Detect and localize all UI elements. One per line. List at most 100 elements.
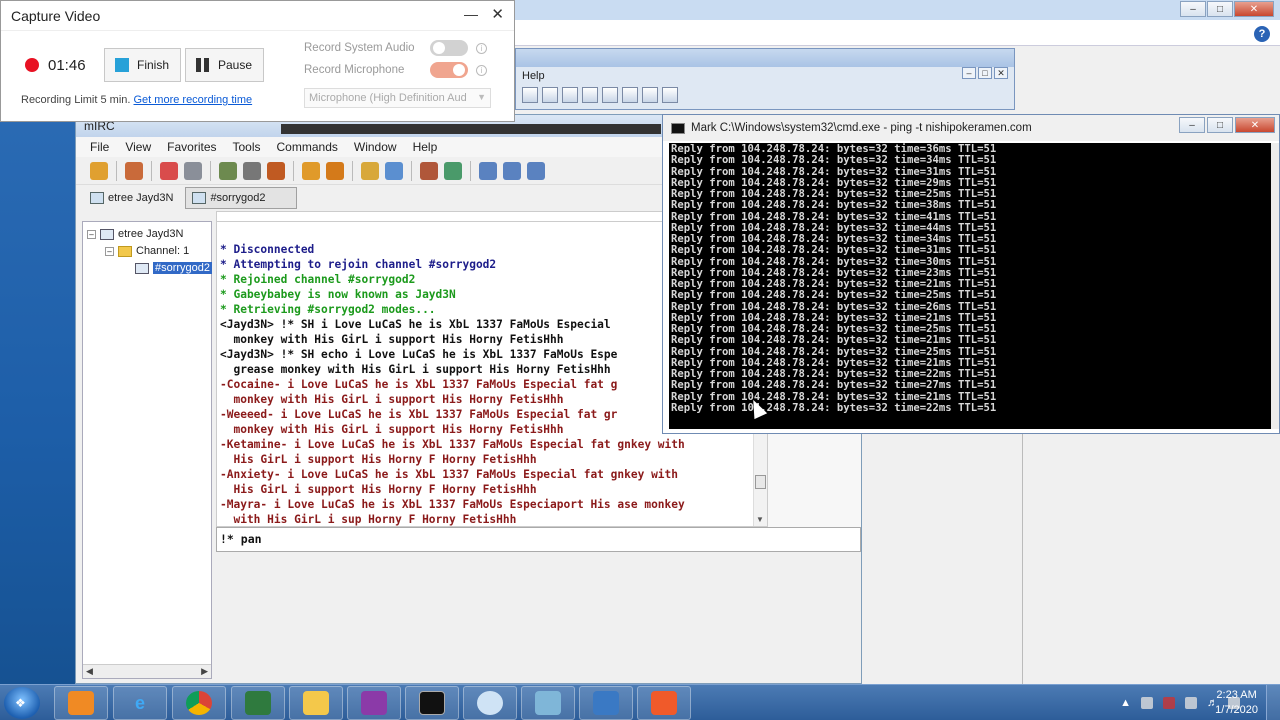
taskbar-notepad[interactable]: [521, 686, 575, 720]
collapse-icon[interactable]: –: [105, 246, 114, 256]
tool-icon[interactable]: [582, 87, 598, 103]
cmd-scrollbar[interactable]: [1271, 143, 1279, 429]
cascade-icon[interactable]: [527, 161, 545, 180]
chat-line: His GirL i support His Horny F Horny Fet…: [220, 483, 537, 496]
favorites-icon[interactable]: [160, 161, 178, 180]
network-icon[interactable]: [1141, 697, 1153, 709]
cmd-minimize-button[interactable]: –: [1179, 117, 1205, 133]
menu-help[interactable]: Help: [405, 137, 446, 157]
action-center-icon[interactable]: [1185, 697, 1197, 709]
pause-button[interactable]: Pause: [185, 48, 264, 82]
tool-icon[interactable]: [562, 87, 578, 103]
taskbar-cmd[interactable]: [405, 686, 459, 720]
options-icon[interactable]: [125, 161, 143, 180]
colors-icon[interactable]: [267, 161, 285, 180]
show-desktop-button[interactable]: [1266, 685, 1280, 720]
chat-line: -Anxiety- i Love LuCaS he is XbL 1337 Fa…: [220, 468, 679, 481]
help-icon[interactable]: ?: [1254, 26, 1270, 42]
taskbar-chrome[interactable]: [172, 686, 226, 720]
microphone-select[interactable]: Microphone (High Definition Aud ▼: [304, 88, 491, 108]
menu-favorites[interactable]: Favorites: [159, 137, 224, 157]
cmd-console[interactable]: Reply from 104.248.78.24: bytes=32 time=…: [669, 143, 1273, 429]
tree-item-channel[interactable]: #sorrygod2: [135, 262, 213, 274]
tile-vertical-icon[interactable]: [503, 161, 521, 180]
capture-minimize-button[interactable]: —: [464, 6, 478, 22]
cmd-window-controls: – □ ✕: [1179, 117, 1275, 133]
tool-icon[interactable]: [622, 87, 638, 103]
ping-reply-line: Reply from 104.248.78.24: bytes=32 time=…: [671, 244, 997, 257]
scroll-left-icon[interactable]: ◀: [86, 666, 93, 677]
mid-close-button[interactable]: ✕: [994, 67, 1008, 79]
received-files-icon[interactable]: [361, 161, 379, 180]
maximize-button[interactable]: □: [1207, 1, 1233, 17]
get-more-time-link[interactable]: Get more recording time: [134, 94, 253, 106]
scroll-down-icon[interactable]: ▼: [756, 515, 764, 524]
address-book-icon[interactable]: [243, 161, 261, 180]
tool-icon[interactable]: [662, 87, 678, 103]
connect-icon[interactable]: [90, 161, 108, 180]
internet-explorer-icon: e: [134, 692, 145, 713]
mid-window-menu-help[interactable]: Help: [516, 67, 1014, 85]
snipping-tool-icon: [477, 691, 503, 715]
cmd-icon: [419, 691, 445, 715]
mid-restore-button[interactable]: □: [978, 67, 992, 79]
chat-input[interactable]: !* pan: [216, 527, 861, 552]
finish-button[interactable]: Finish: [104, 48, 181, 82]
tool-icon[interactable]: [522, 87, 538, 103]
tree-item-server[interactable]: – etree Jayd3N: [87, 228, 183, 240]
status-window-icon: [90, 192, 104, 204]
chat-icon[interactable]: [326, 161, 344, 180]
url-catcher-icon[interactable]: [444, 161, 462, 180]
menu-tools[interactable]: Tools: [225, 137, 269, 157]
taskbar-file-explorer[interactable]: [289, 686, 343, 720]
taskbar-snipping-tool[interactable]: [463, 686, 517, 720]
switch-button-status[interactable]: etree Jayd3N: [84, 187, 179, 209]
taskbar-media-player[interactable]: [54, 686, 108, 720]
taskbar-winrar[interactable]: [347, 686, 401, 720]
menu-commands[interactable]: Commands: [269, 137, 346, 157]
close-button[interactable]: ✕: [1234, 1, 1274, 17]
chat-line: grease monkey with His GirL i support Hi…: [220, 363, 611, 376]
start-button[interactable]: ❖: [4, 687, 40, 719]
ping-reply-line: Reply from 104.248.78.24: bytes=32 time=…: [671, 289, 997, 302]
taskbar-recorder[interactable]: [637, 686, 691, 720]
logs-icon[interactable]: [385, 161, 403, 180]
scroll-right-icon[interactable]: ▶: [201, 666, 208, 677]
chrome-icon: [186, 691, 212, 715]
ping-reply-line: Reply from 104.248.78.24: bytes=32 time=…: [671, 401, 997, 414]
switch-button-channel[interactable]: #sorrygod2: [185, 187, 298, 209]
menu-view[interactable]: View: [117, 137, 159, 157]
microphone-toggle[interactable]: [430, 62, 468, 78]
menu-file[interactable]: File: [82, 137, 117, 157]
tree-item-label: etree Jayd3N: [118, 228, 184, 240]
scroll-thumb[interactable]: [755, 475, 766, 489]
collapse-icon[interactable]: –: [87, 229, 96, 239]
scripts-editor-icon[interactable]: [219, 161, 237, 180]
tile-horizontal-icon[interactable]: [479, 161, 497, 180]
security-icon[interactable]: [1163, 697, 1175, 709]
cmd-title: Mark C:\Windows\system32\cmd.exe - ping …: [691, 122, 1032, 134]
system-audio-toggle[interactable]: [430, 40, 468, 56]
tree-item-channel-group[interactable]: – Channel: 1: [105, 245, 189, 257]
capture-close-button[interactable]: ✕: [491, 5, 504, 23]
notify-icon[interactable]: [420, 161, 438, 180]
channels-list-icon[interactable]: [184, 161, 202, 180]
info-icon[interactable]: i: [476, 65, 487, 76]
info-icon[interactable]: i: [476, 43, 487, 54]
minimize-button[interactable]: –: [1180, 1, 1206, 17]
cmd-maximize-button[interactable]: □: [1207, 117, 1233, 133]
send-file-icon[interactable]: [302, 161, 320, 180]
mid-minimize-button[interactable]: –: [962, 67, 976, 79]
chat-line: -Ketamine- i Love LuCaS he is XbL 1337 F…: [220, 438, 685, 451]
taskbar-remote-desktop[interactable]: [579, 686, 633, 720]
menu-window[interactable]: Window: [346, 137, 405, 157]
tree-horizontal-scrollbar[interactable]: ◀ ▶: [83, 664, 211, 678]
taskbar-clock[interactable]: 2:23 AM 1/7/2020: [1215, 688, 1258, 718]
taskbar-internet-explorer[interactable]: e: [113, 686, 167, 720]
cmd-close-button[interactable]: ✕: [1235, 117, 1275, 133]
taskbar-task-manager[interactable]: [231, 686, 285, 720]
tool-icon[interactable]: [602, 87, 618, 103]
tool-icon[interactable]: [642, 87, 658, 103]
tool-icon[interactable]: [542, 87, 558, 103]
show-hidden-icons-icon[interactable]: ▲: [1120, 697, 1131, 709]
